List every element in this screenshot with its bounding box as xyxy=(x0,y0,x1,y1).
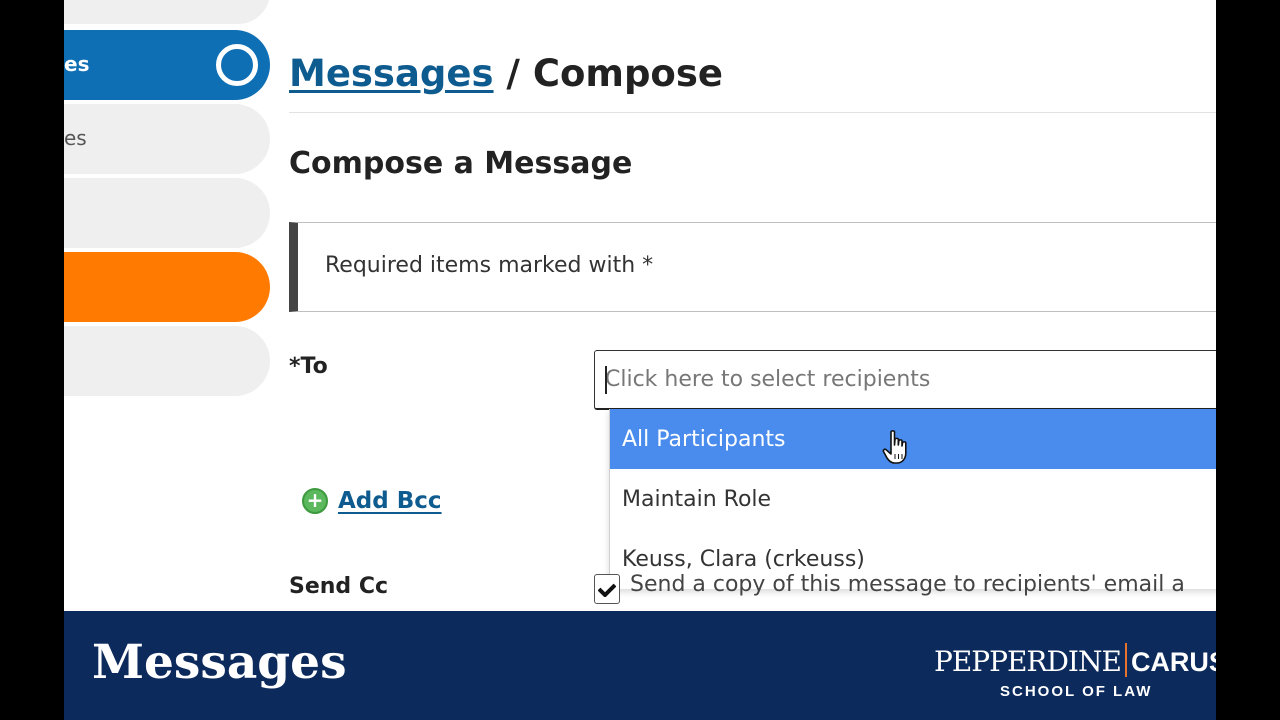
logo-subtitle: SCHOOL OF LAW xyxy=(1000,683,1153,700)
sidebar-item[interactable] xyxy=(64,326,270,396)
logo-divider xyxy=(1124,643,1127,677)
sidebar-item-label: es xyxy=(64,52,90,76)
plus-circle-icon: + xyxy=(302,488,328,514)
required-notice: Required items marked with * xyxy=(289,222,1216,312)
text-caret xyxy=(605,366,607,394)
video-title-banner: Messages PEPPERDINE CARUSO SCHOOL OF LAW xyxy=(64,611,1216,720)
add-bcc-control[interactable]: + Add Bcc xyxy=(302,488,442,514)
sidebar-item[interactable] xyxy=(64,178,270,248)
sidebar-item[interactable] xyxy=(64,0,270,24)
ring-icon xyxy=(216,44,258,86)
breadcrumb-separator: / xyxy=(493,52,533,95)
logo-primary-text: PEPPERDINE xyxy=(934,645,1122,678)
required-notice-text: Required items marked with * xyxy=(325,253,654,278)
recipient-option-highlighted[interactable]: All Participants xyxy=(610,409,1216,469)
sidebar-item-messages-active[interactable]: es xyxy=(64,30,270,100)
page-title: Messages / Compose xyxy=(289,52,723,95)
to-label: *To xyxy=(289,354,328,379)
sidebar-item[interactable]: es xyxy=(64,104,270,174)
checkbox-check-icon xyxy=(598,583,616,597)
send-cc-checkbox[interactable] xyxy=(594,574,620,604)
breadcrumb-messages-link[interactable]: Messages xyxy=(289,52,494,95)
add-bcc-link[interactable]: Add Bcc xyxy=(338,488,442,514)
banner-title: Messages xyxy=(92,635,347,690)
pepperdine-caruso-logo: PEPPERDINE CARUSO SCHOOL OF LAW xyxy=(934,643,1216,709)
sidebar-item-orange[interactable] xyxy=(64,252,270,322)
recipient-option[interactable]: Maintain Role xyxy=(610,469,1216,529)
title-divider xyxy=(289,112,1216,113)
section-heading: Compose a Message xyxy=(289,146,633,181)
app-frame: es es Messages / Compose Compose a Messa… xyxy=(64,0,1216,720)
send-cc-description: Send a copy of this message to recipient… xyxy=(630,572,1185,597)
sidebar-item-label: es xyxy=(64,126,87,150)
breadcrumb-current: Compose xyxy=(532,52,723,95)
send-cc-label: Send Cc xyxy=(289,574,389,599)
logo-secondary-text: CARUSO xyxy=(1130,647,1216,677)
to-recipients-input[interactable] xyxy=(594,350,1216,410)
hand-cursor-icon xyxy=(882,430,907,464)
recipients-dropdown: All Participants Maintain Role Keuss, Cl… xyxy=(609,409,1216,589)
